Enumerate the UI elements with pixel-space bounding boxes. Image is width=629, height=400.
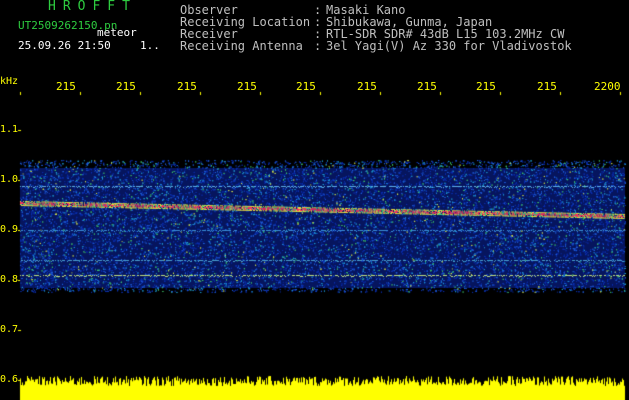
- y-tick-label: 0.7: [0, 324, 19, 335]
- antenna-value: 3el Yagi(V) Az 330 for Vladivostok: [326, 39, 572, 53]
- x-tick-label: 215: [296, 80, 316, 93]
- x-tick-label: 215: [417, 80, 437, 93]
- x-tick-label: 215: [537, 80, 557, 93]
- y-tick-label: 1.1: [0, 124, 19, 135]
- file-suffix: meteor: [97, 26, 137, 39]
- y-axis-unit: kHz: [0, 76, 19, 87]
- antenna-sep: :: [314, 39, 322, 53]
- x-tick-label: 215: [116, 80, 136, 93]
- antenna-label: Receiving Antenna: [180, 39, 303, 53]
- y-tick-label: 0.9: [0, 224, 19, 235]
- x-tick-label: 215: [237, 80, 257, 93]
- x-tick-label: 215: [476, 80, 496, 93]
- y-tick-label: 1.0: [0, 174, 19, 185]
- y-tick-label: 0.6: [0, 374, 19, 385]
- page-indicator: 1..: [140, 39, 160, 52]
- spectrogram-canvas: [0, 0, 629, 400]
- hrofft-window: HROFFT UT2509262150.pn meteor 25.09.26 2…: [0, 0, 629, 400]
- x-tick-label: 215: [177, 80, 197, 93]
- app-title: HROFFT: [48, 0, 137, 14]
- y-tick-label: 0.8: [0, 274, 19, 285]
- x-tick-label: 2200: [594, 80, 621, 93]
- x-tick-label: 215: [357, 80, 377, 93]
- x-tick-label: 215: [56, 80, 76, 93]
- timestamp: 25.09.26 21:50: [18, 39, 111, 52]
